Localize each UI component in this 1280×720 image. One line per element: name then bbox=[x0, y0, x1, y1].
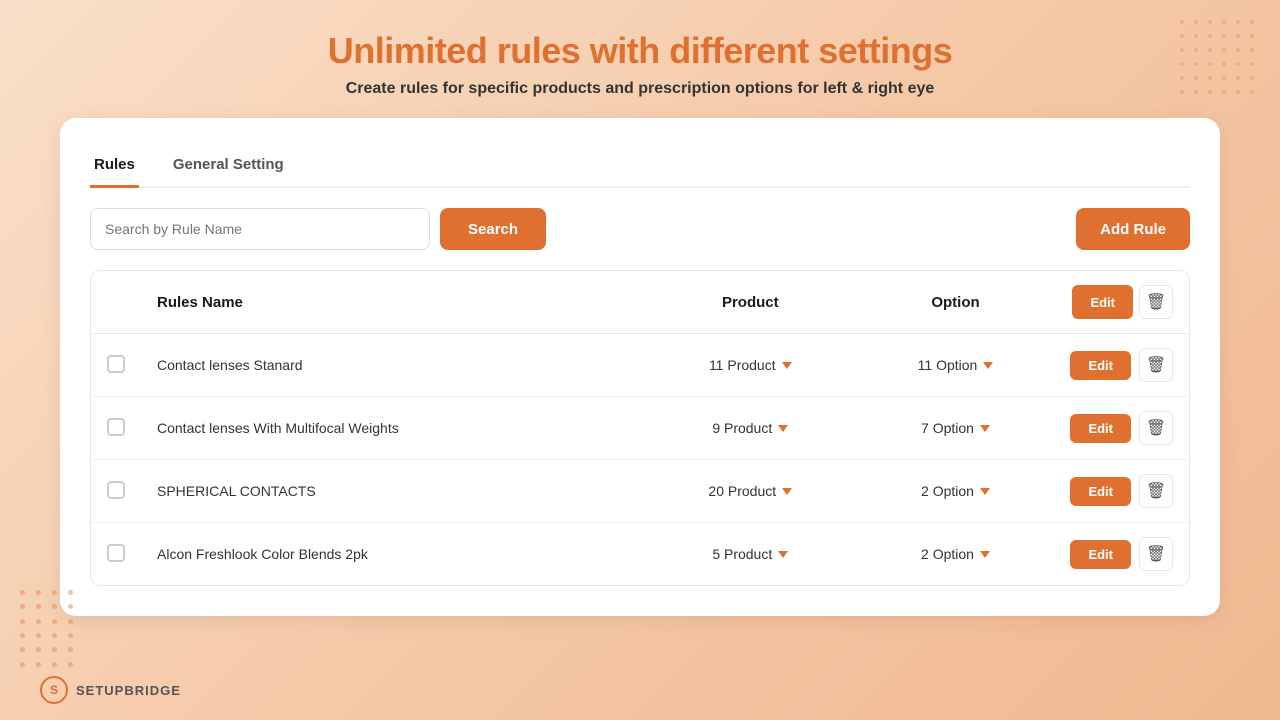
option-dropdown-icon[interactable] bbox=[980, 551, 990, 558]
row-checkbox[interactable] bbox=[107, 355, 125, 373]
row-delete-button[interactable]: 🗑 bbox=[1139, 537, 1173, 571]
row-option-cell: 7 Option bbox=[857, 397, 1055, 460]
page-subtitle: Create rules for specific products and p… bbox=[20, 80, 1260, 98]
option-dropdown-icon[interactable] bbox=[980, 425, 990, 432]
rules-table: Rules Name Product Option Edit 🗑 bbox=[91, 271, 1189, 585]
product-tag: 9 Product bbox=[712, 420, 788, 436]
option-dropdown-icon[interactable] bbox=[983, 362, 993, 369]
add-rule-button[interactable]: Add Rule bbox=[1076, 208, 1190, 250]
row-option-cell: 2 Option bbox=[857, 523, 1055, 586]
main-card: Rules General Setting Search Add Rule Ru… bbox=[60, 118, 1220, 616]
page-header: Unlimited rules with different settings … bbox=[0, 0, 1280, 118]
table-header-row: Rules Name Product Option Edit 🗑 bbox=[91, 271, 1189, 334]
tab-general-setting[interactable]: General Setting bbox=[169, 148, 288, 188]
trash-icon: 🗑 bbox=[1146, 544, 1166, 564]
row-action-cell: Edit 🗑 bbox=[1054, 397, 1189, 460]
row-checkbox[interactable] bbox=[107, 481, 125, 499]
trash-icon: 🗑 bbox=[1146, 418, 1166, 438]
row-checkbox[interactable] bbox=[107, 418, 125, 436]
table-row: Alcon Freshlook Color Blends 2pk 5 Produ… bbox=[91, 523, 1189, 586]
row-checkbox-cell bbox=[91, 460, 141, 523]
product-tag: 20 Product bbox=[708, 483, 792, 499]
row-edit-button[interactable]: Edit bbox=[1070, 540, 1131, 569]
tab-rules[interactable]: Rules bbox=[90, 148, 139, 188]
row-name-cell: Contact lenses Stanard bbox=[141, 334, 644, 397]
row-name-cell: Alcon Freshlook Color Blends 2pk bbox=[141, 523, 644, 586]
table-row: SPHERICAL CONTACTS 20 Product 2 Option E… bbox=[91, 460, 1189, 523]
dot-pattern-bottom-left bbox=[20, 590, 80, 670]
col-check bbox=[91, 271, 141, 334]
option-tag: 11 Option bbox=[918, 357, 994, 373]
row-delete-button[interactable]: 🗑 bbox=[1139, 348, 1173, 382]
logo-text: SETUPBRIDGE bbox=[76, 683, 181, 698]
row-action-cell: Edit 🗑 bbox=[1054, 523, 1189, 586]
row-delete-button[interactable]: 🗑 bbox=[1139, 411, 1173, 445]
row-product-cell: 11 Product bbox=[644, 334, 857, 397]
col-rules-name: Rules Name bbox=[141, 271, 644, 334]
row-name-cell: Contact lenses With Multifocal Weights bbox=[141, 397, 644, 460]
col-option: Option bbox=[857, 271, 1055, 334]
row-name-cell: SPHERICAL CONTACTS bbox=[141, 460, 644, 523]
dot-pattern-top-right bbox=[1180, 20, 1260, 100]
row-checkbox[interactable] bbox=[107, 544, 125, 562]
product-dropdown-icon[interactable] bbox=[778, 425, 788, 432]
row-option-cell: 11 Option bbox=[857, 334, 1055, 397]
search-button[interactable]: Search bbox=[440, 208, 546, 250]
option-tag: 2 Option bbox=[921, 483, 990, 499]
row-delete-button[interactable]: 🗑 bbox=[1139, 474, 1173, 508]
row-option-cell: 2 Option bbox=[857, 460, 1055, 523]
row-checkbox-cell bbox=[91, 334, 141, 397]
header-delete-button[interactable]: 🗑 bbox=[1139, 285, 1173, 319]
row-action-cell: Edit 🗑 bbox=[1054, 460, 1189, 523]
tab-bar: Rules General Setting bbox=[90, 148, 1190, 188]
toolbar: Search Add Rule bbox=[90, 208, 1190, 250]
option-tag: 2 Option bbox=[921, 546, 990, 562]
rules-table-container: Rules Name Product Option Edit 🗑 bbox=[90, 270, 1190, 586]
product-dropdown-icon[interactable] bbox=[782, 362, 792, 369]
col-product: Product bbox=[644, 271, 857, 334]
page-title: Unlimited rules with different settings bbox=[20, 30, 1260, 72]
product-tag: 5 Product bbox=[712, 546, 788, 562]
search-input[interactable] bbox=[90, 208, 430, 250]
col-action: Edit 🗑 bbox=[1054, 271, 1189, 334]
row-checkbox-cell bbox=[91, 397, 141, 460]
product-tag: 11 Product bbox=[709, 357, 792, 373]
trash-icon: 🗑 bbox=[1146, 481, 1166, 501]
footer-logo: S SETUPBRIDGE bbox=[40, 676, 181, 704]
row-edit-button[interactable]: Edit bbox=[1070, 477, 1131, 506]
product-dropdown-icon[interactable] bbox=[782, 488, 792, 495]
row-checkbox-cell bbox=[91, 523, 141, 586]
row-edit-button[interactable]: Edit bbox=[1070, 351, 1131, 380]
option-tag: 7 Option bbox=[921, 420, 990, 436]
option-dropdown-icon[interactable] bbox=[980, 488, 990, 495]
table-row: Contact lenses Stanard 11 Product 11 Opt… bbox=[91, 334, 1189, 397]
row-action-cell: Edit 🗑 bbox=[1054, 334, 1189, 397]
table-row: Contact lenses With Multifocal Weights 9… bbox=[91, 397, 1189, 460]
logo-icon: S bbox=[40, 676, 68, 704]
row-product-cell: 20 Product bbox=[644, 460, 857, 523]
trash-icon: 🗑 bbox=[1146, 292, 1166, 312]
trash-icon: 🗑 bbox=[1146, 355, 1166, 375]
row-product-cell: 9 Product bbox=[644, 397, 857, 460]
product-dropdown-icon[interactable] bbox=[778, 551, 788, 558]
header-edit-button[interactable]: Edit bbox=[1072, 285, 1133, 319]
row-edit-button[interactable]: Edit bbox=[1070, 414, 1131, 443]
row-product-cell: 5 Product bbox=[644, 523, 857, 586]
